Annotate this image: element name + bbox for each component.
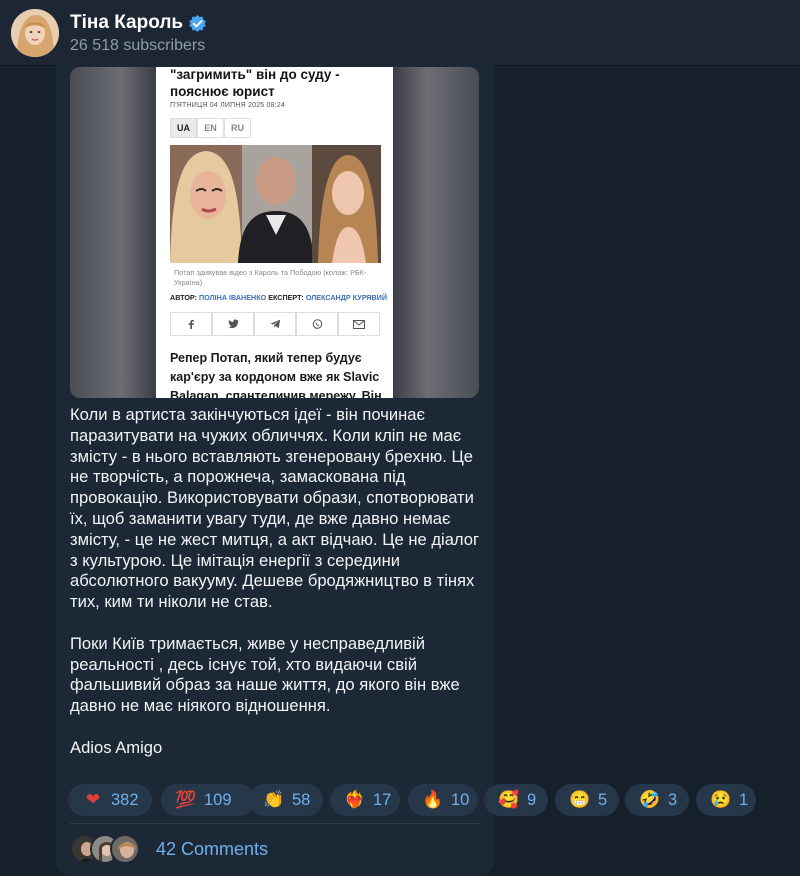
- language-switcher: UA EN RU: [170, 118, 251, 138]
- image-blur-right: [393, 67, 479, 398]
- expert-name: ОЛЕКСАНДР КУРЯВИЙ: [305, 293, 387, 302]
- rolling-laughing-icon: 🤣: [639, 790, 661, 809]
- telegram-icon: [254, 312, 296, 336]
- share-buttons: [170, 312, 380, 336]
- email-icon: [338, 312, 380, 336]
- article-screenshot: "загримить" він до суду - пояснює юрист …: [156, 67, 393, 398]
- reaction-clapping-hands[interactable]: 👏 58: [249, 784, 323, 816]
- reaction-rolling-laughing[interactable]: 🤣 3: [625, 784, 689, 816]
- article-date: П'ЯТНИЦЯ 04 ЛИПНЯ 2025 08:24: [170, 102, 286, 109]
- clapping-hands-icon: 👏: [263, 790, 285, 809]
- beaming-face-icon: 😁: [569, 790, 591, 809]
- article-credits: АВТОР: ПОЛІНА ІВАНЕНКО ЕКСПЕРТ: ОЛЕКСАНД…: [170, 293, 387, 302]
- author-name: ПОЛІНА ІВАНЕНКО: [199, 293, 267, 302]
- subscriber-count: 26 518 subscribers: [70, 37, 206, 54]
- reaction-count: 1: [739, 790, 749, 809]
- reaction-hundred-points[interactable]: 💯 109: [161, 784, 255, 816]
- viber-icon: [296, 312, 338, 336]
- channel-avatar[interactable]: [11, 9, 59, 57]
- post-image[interactable]: "загримить" він до суду - пояснює юрист …: [70, 67, 479, 398]
- verified-badge-icon: [189, 14, 206, 32]
- reaction-count: 109: [204, 790, 232, 809]
- channel-name: Тіна Кароль: [70, 12, 184, 33]
- reaction-red-heart[interactable]: ❤ 382: [68, 784, 152, 816]
- message-feed[interactable]: "загримить" він до суду - пояснює юрист …: [0, 65, 800, 876]
- reaction-count: 3: [668, 790, 678, 809]
- article-body: Репер Потап, який тепер будує кар'єру за…: [170, 351, 382, 398]
- reaction-smiling-hearts[interactable]: 🥰 9: [484, 784, 548, 816]
- image-blur-left: [70, 67, 156, 398]
- author-label: АВТОР:: [170, 293, 198, 302]
- reaction-heart-on-fire[interactable]: ❤‍🔥 17: [330, 784, 400, 816]
- reaction-count: 17: [373, 790, 392, 809]
- comments-divider: [70, 823, 480, 824]
- channel-header[interactable]: Тіна Кароль 26 518 subscribers: [0, 0, 800, 66]
- reaction-beaming-face[interactable]: 😁 5: [555, 784, 619, 816]
- channel-post: "загримить" він до суду - пояснює юрист …: [56, 65, 494, 876]
- article-collage-photo: [170, 145, 381, 263]
- reaction-fire[interactable]: 🔥 10: [408, 784, 478, 816]
- reaction-count: 58: [292, 790, 311, 809]
- lang-ua: UA: [170, 118, 197, 138]
- lang-ru: RU: [224, 118, 251, 138]
- post-text: Коли в артиста закінчуються ідеї - він п…: [70, 405, 480, 757]
- photo-caption: Потап здивував відео з Кароль та Пободою…: [174, 268, 367, 287]
- twitter-icon: [212, 312, 254, 336]
- comments-count[interactable]: 42 Comments: [156, 839, 268, 860]
- article-title: "загримить" він до суду - пояснює юрист: [170, 67, 340, 99]
- fire-icon: 🔥: [422, 790, 444, 809]
- reaction-count: 382: [111, 790, 139, 809]
- reaction-crying-face[interactable]: 😢 1: [696, 784, 756, 816]
- smiling-face-with-hearts-icon: 🥰: [498, 790, 520, 809]
- expert-label: ЕКСПЕРТ:: [268, 293, 304, 302]
- commenter-avatar: [110, 834, 140, 864]
- heart-on-fire-icon: ❤‍🔥: [344, 790, 366, 809]
- reaction-count: 5: [598, 790, 608, 809]
- lang-en: EN: [197, 118, 224, 138]
- comments-button[interactable]: 42 Comments: [70, 833, 268, 865]
- hundred-points-icon: 💯: [175, 790, 197, 809]
- reaction-count: 9: [527, 790, 537, 809]
- facebook-icon: [170, 312, 212, 336]
- channel-title[interactable]: Тіна Кароль: [70, 12, 207, 34]
- red-heart-icon: ❤: [85, 790, 101, 809]
- reaction-count: 10: [451, 790, 470, 809]
- crying-face-icon: 😢: [710, 790, 732, 809]
